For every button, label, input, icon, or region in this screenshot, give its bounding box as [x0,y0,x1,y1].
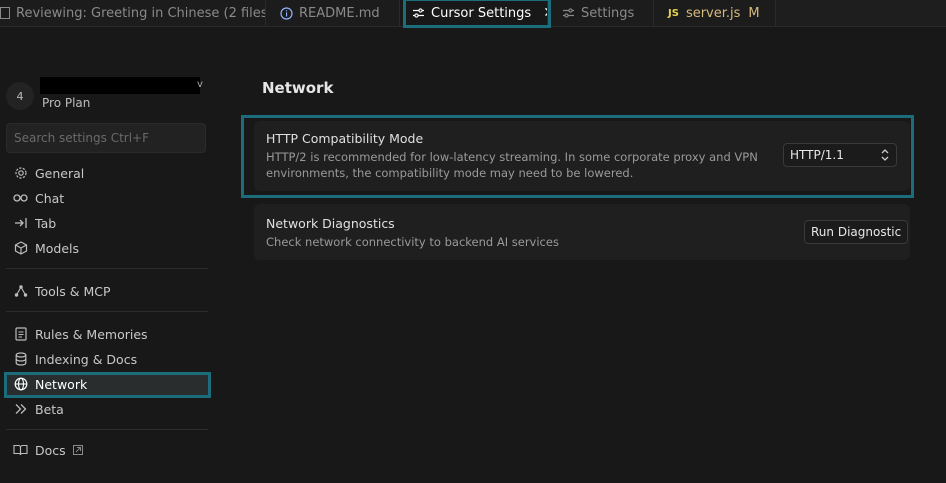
redacted-account-name [40,77,200,94]
sidebar-item-docs[interactable]: Docs [6,439,208,461]
run-diagnostic-button[interactable]: Run Diagnostic [804,220,909,244]
sidebar-item-general[interactable]: General [6,162,208,184]
globe-icon [13,377,28,392]
sidebar-item-beta[interactable]: Beta [6,398,208,420]
page-title: Network [262,79,334,97]
tab-server-js-label: server.js [685,5,741,21]
tab-settings-label: Settings [581,5,635,21]
database-icon [13,352,28,367]
sidebar-item-label: Beta [35,401,64,417]
tab-settings[interactable]: Settings [548,0,654,26]
tab-review[interactable]: Reviewing: Greeting in Chinese (2 files) [0,0,266,26]
http-compatibility-description: HTTP/2 is recommended for low-latency st… [266,150,758,180]
external-link-icon [72,445,83,455]
infinity-icon [13,191,28,206]
cube-icon [13,241,28,256]
sidebar-item-label: Chat [35,190,65,206]
sidebar-divider [6,429,208,430]
tab-review-label: Reviewing: Greeting in Chinese (2 files) [16,5,266,21]
network-diagnostics-description: Check network connectivity to backend AI… [266,235,559,249]
sidebar-item-network[interactable]: Network [6,373,208,395]
sidebar-item-tab[interactable]: Tab [6,212,208,234]
sidebar-item-label: Network [35,376,88,392]
sidebar-item-label: Models [35,240,80,256]
sidebar-item-label: Docs [35,442,66,458]
document-icon [13,327,28,342]
sidebar-divider [6,268,208,269]
sliders-icon [562,7,575,19]
sidebar-item-label: Indexing & Docs [35,351,138,367]
network-diagnostics-title: Network Diagnostics [266,216,395,231]
nodes-icon [13,284,28,299]
sliders-icon [412,7,425,19]
http-version-select[interactable]: HTTP/1.1 [783,143,897,167]
tab-cursor-settings[interactable]: Cursor Settings ✕ [400,0,548,26]
avatar[interactable]: 4 [6,82,34,110]
sidebar-divider [6,311,208,312]
tab-cursor-settings-label: Cursor Settings [431,5,532,21]
javascript-file-icon: JS [668,7,679,19]
sidebar-item-label: Tools & MCP [35,283,111,299]
sidebar-item-tools-mcp[interactable]: Tools & MCP [6,280,208,302]
sidebar-item-models[interactable]: Models [6,237,208,259]
sidebar-item-indexing-docs[interactable]: Indexing & Docs [6,348,208,370]
plan-label: Pro Plan [42,96,91,110]
http-version-value: HTTP/1.1 [790,148,844,162]
arrow-to-line-icon [13,216,28,231]
search-settings-input[interactable] [6,123,206,153]
sidebar-item-label: Rules & Memories [35,326,148,342]
http-compatibility-card: HTTP Compatibility Mode HTTP/2 is recomm… [254,121,910,191]
chevron-up-down-icon [880,148,890,165]
review-icon [0,7,10,19]
modified-badge: M [748,5,760,21]
double-chevron-icon [13,402,28,417]
sidebar-item-label: Tab [35,215,57,231]
http-compatibility-title: HTTP Compatibility Mode [266,131,424,146]
gear-icon [13,166,28,181]
editor-tab-bar: Reviewing: Greeting in Chinese (2 files)… [0,0,946,27]
book-icon [13,443,28,458]
sidebar-item-label: General [35,165,85,181]
sidebar-item-rules-memories[interactable]: Rules & Memories [6,323,208,345]
info-icon [280,6,293,20]
redacted-name-suffix: v [197,79,203,90]
tab-readme[interactable]: README.md [266,0,400,26]
sidebar-item-chat[interactable]: Chat [6,187,208,209]
network-diagnostics-card: Network Diagnostics Check network connec… [254,204,910,260]
tab-server-js[interactable]: JS server.js M [654,0,776,26]
tab-readme-label: README.md [299,5,380,21]
